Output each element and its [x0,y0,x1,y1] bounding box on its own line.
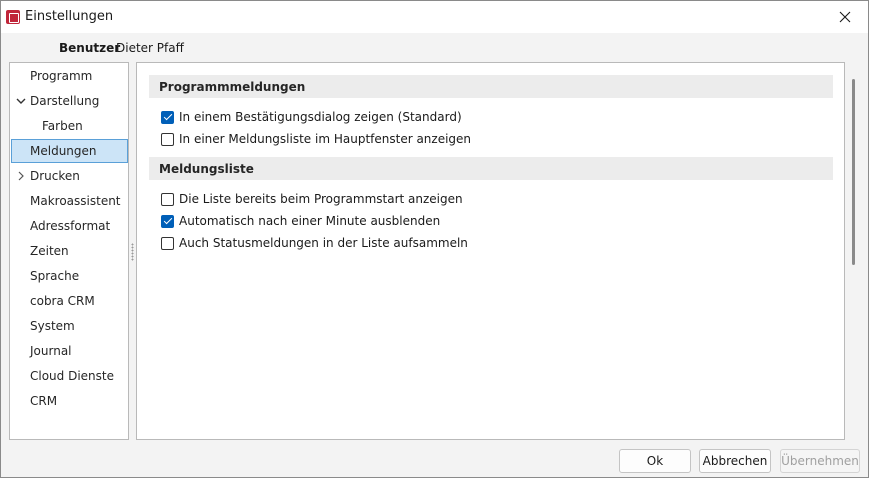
checkbox-meldungsliste-hauptfenster[interactable]: In einer Meldungsliste im Hauptfenster a… [161,130,471,148]
close-icon [839,11,851,23]
nav-item-farben[interactable]: Farben [11,114,128,138]
section-header-meldungsliste: Meldungsliste [149,157,833,180]
nav-item-zeiten[interactable]: Zeiten [11,239,128,263]
section-header-programmmeldungen: Programmmeldungen [149,75,833,98]
title-bar: Einstellungen [1,1,868,33]
app-icon [6,10,20,24]
settings-dialog: Einstellungen Benutzer Dieter Pfaff Prog… [0,0,869,478]
checkbox-statusmeldungen-aufsammeln[interactable]: Auch Statusmeldungen in der Liste aufsam… [161,234,468,252]
chevron-down-icon[interactable] [16,96,26,106]
checkbox-unchecked-icon[interactable] [161,132,174,146]
nav-item-meldungen[interactable]: Meldungen [11,139,128,163]
nav-item-system[interactable]: System [11,314,128,338]
nav-item-sprache[interactable]: Sprache [11,264,128,288]
ok-button[interactable]: Ok [619,449,691,473]
chevron-right-icon[interactable] [16,171,26,181]
window-title: Einstellungen [25,9,114,24]
close-button[interactable] [827,3,863,31]
user-label: Benutzer [59,41,121,55]
nav-item-makroassistent[interactable]: Makroassistent [11,189,128,213]
checkbox-checked-icon[interactable] [161,110,174,124]
nav-item-crm[interactable]: CRM [11,389,128,413]
nav-item-programm[interactable]: Programm [11,64,128,88]
checkbox-checked-icon[interactable] [161,214,174,228]
user-bar: Benutzer Dieter Pfaff [1,33,868,61]
vertical-scrollbar[interactable] [852,79,855,265]
nav-item-journal[interactable]: Journal [11,339,128,363]
checkbox-unchecked-icon[interactable] [161,192,174,206]
apply-button[interactable]: Übernehmen [780,449,860,473]
checkbox-bestaetigungsdialog[interactable]: In einem Bestätigungsdialog zeigen (Stan… [161,108,462,126]
nav-item-adressformat[interactable]: Adressformat [11,214,128,238]
user-name: Dieter Pfaff [116,41,184,55]
settings-navigation-tree: Programm Darstellung Farben Meldungen Dr… [9,62,129,440]
checkbox-unchecked-icon[interactable] [161,236,174,250]
checkbox-automatisch-ausblenden[interactable]: Automatisch nach einer Minute ausblenden [161,212,440,230]
nav-item-cloud-dienste[interactable]: Cloud Dienste [11,364,128,388]
settings-content-panel: Programmmeldungen In einem Bestätigungsd… [136,62,845,440]
cancel-button[interactable]: Abbrechen [699,449,771,473]
splitter-handle[interactable] [131,243,134,261]
nav-item-cobra-crm[interactable]: cobra CRM [11,289,128,313]
nav-item-drucken[interactable]: Drucken [11,164,128,188]
checkbox-liste-programmstart[interactable]: Die Liste bereits beim Programmstart anz… [161,190,463,208]
nav-item-darstellung[interactable]: Darstellung [11,89,128,113]
